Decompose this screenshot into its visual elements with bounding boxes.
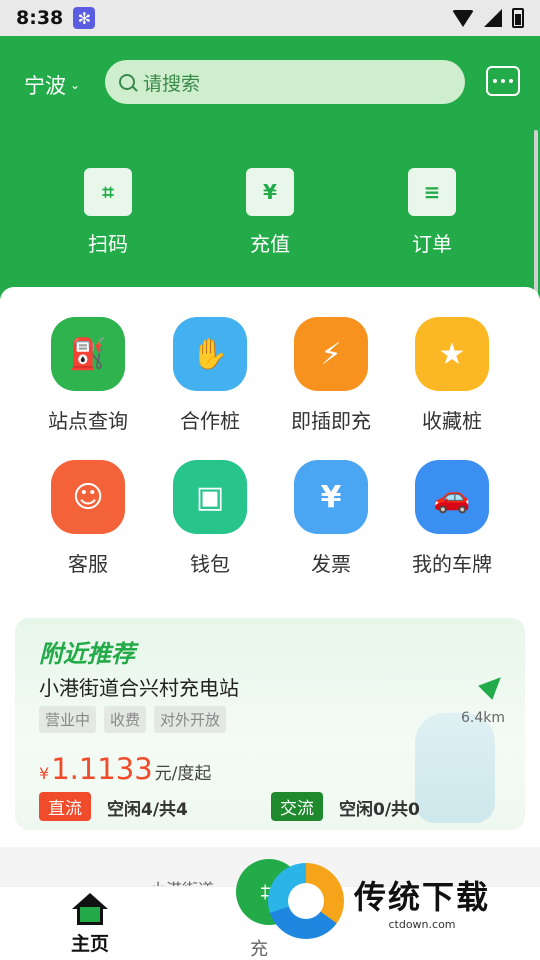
grid-label: 即插即充 <box>291 409 371 433</box>
watermark: 传统下载 ctdown.com <box>268 862 518 940</box>
grid-item-invoice[interactable]: ¥ 发票 <box>266 460 396 577</box>
watermark-logo-icon <box>268 863 344 939</box>
distance: 6.4km <box>461 710 506 726</box>
watermark-sub: ctdown.com <box>388 917 456 931</box>
grid-label: 我的车牌 <box>412 552 492 576</box>
tag: 对外开放 <box>154 706 227 733</box>
nearby-recommendation-card[interactable]: 附近推荐 小港街道合兴村充电站 营业中 收费 对外开放 6.4km ¥ 1.11… <box>15 618 525 830</box>
grid-label: 发票 <box>311 552 351 576</box>
grid-item-partner-pile[interactable]: ✋ 合作桩 <box>145 317 275 434</box>
customer-service-icon: ☺ <box>51 460 125 534</box>
grid-item-license-plate[interactable]: 🚗 我的车牌 <box>387 460 517 577</box>
nav-charge-label: 充 <box>250 939 268 960</box>
city-selector[interactable]: 宁波 ⌄ <box>24 70 80 100</box>
wifi-icon <box>452 9 474 27</box>
chevron-down-icon: ⌄ <box>70 78 81 92</box>
city-label: 宁波 <box>24 74 66 98</box>
star-icon: ★ <box>415 317 489 391</box>
ac-badge: 交流 <box>271 792 323 821</box>
tag: 收费 <box>104 706 147 733</box>
status-bar: 8:38 ✻ <box>0 0 540 36</box>
nav-home[interactable]: 主页 <box>60 893 120 956</box>
quick-action-label: 订单 <box>412 232 452 256</box>
car-icon: 🚗 <box>415 460 489 534</box>
grid-item-wallet[interactable]: ▣ 钱包 <box>145 460 275 577</box>
grid-label: 钱包 <box>190 552 230 576</box>
dc-availability: 空闲4/共4 <box>107 800 188 820</box>
quick-action-label: 充值 <box>250 232 290 256</box>
home-icon <box>72 893 108 925</box>
scan-icon: ⌗ <box>84 168 132 216</box>
grid-item-station-search[interactable]: ⛽ 站点查询 <box>23 317 153 434</box>
invoice-icon: ¥ <box>294 460 368 534</box>
watermark-main: 传统下载 <box>354 877 491 916</box>
grid-item-customer-service[interactable]: ☺ 客服 <box>23 460 153 577</box>
price-value: 1.1133 <box>51 752 153 786</box>
station-tags: 营业中 收费 对外开放 <box>39 706 227 733</box>
grid-item-favorite-pile[interactable]: ★ 收藏桩 <box>387 317 517 434</box>
battery-icon <box>512 8 524 28</box>
tag: 营业中 <box>39 706 97 733</box>
quick-action-label: 扫码 <box>88 232 128 256</box>
recharge-icon: ¥ <box>246 168 294 216</box>
quick-action-scan[interactable]: ⌗ 扫码 <box>53 168 163 257</box>
wallet-icon: ▣ <box>173 460 247 534</box>
signal-icon <box>484 9 502 27</box>
grid-item-plug-charge[interactable]: ⚡ 即插即充 <box>266 317 396 434</box>
lightning-icon: ⚡ <box>294 317 368 391</box>
handshake-icon: ✋ <box>173 317 247 391</box>
nav-home-label: 主页 <box>70 933 109 955</box>
price-currency: ¥ <box>39 764 50 783</box>
quick-action-order[interactable]: ≡ 订单 <box>377 168 487 257</box>
order-icon: ≡ <box>408 168 456 216</box>
station-name: 小港街道合兴村充电站 <box>39 676 239 700</box>
car-illustration <box>415 713 495 823</box>
grid-label: 站点查询 <box>48 409 128 433</box>
nearby-title: 附近推荐 <box>39 640 135 668</box>
search-icon <box>119 74 135 90</box>
search-placeholder: 请搜索 <box>143 72 201 95</box>
grid-label: 合作桩 <box>180 409 240 433</box>
message-icon[interactable] <box>486 66 520 96</box>
navigate-icon[interactable] <box>478 670 508 700</box>
search-bar[interactable]: 请搜索 <box>105 60 465 104</box>
grid-label: 收藏桩 <box>422 409 482 433</box>
app-notification-icon: ✻ <box>73 7 96 29</box>
ac-availability: 空闲0/共0 <box>339 800 420 820</box>
status-indicators <box>452 8 524 28</box>
dc-badge: 直流 <box>39 792 91 821</box>
quick-action-recharge[interactable]: ¥ 充值 <box>215 168 325 257</box>
price: ¥ 1.1133 元/度起 <box>39 752 211 786</box>
header: 宁波 ⌄ 请搜索 ⌗ 扫码 ¥ 充值 ≡ 订单 <box>0 36 540 326</box>
charging-station-icon: ⛽ <box>51 317 125 391</box>
status-time: 8:38 <box>16 7 64 29</box>
price-unit: 元/度起 <box>154 764 212 784</box>
grid-label: 客服 <box>68 552 108 576</box>
